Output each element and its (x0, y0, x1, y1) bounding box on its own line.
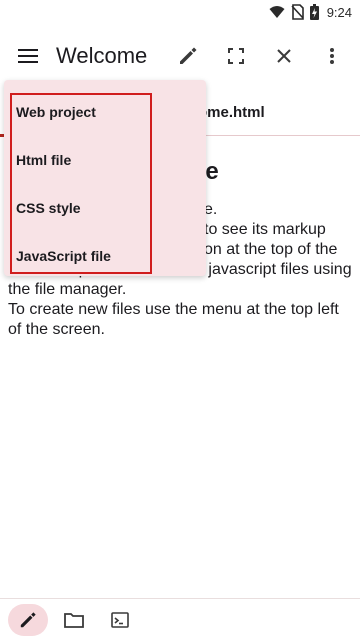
app-bar-actions (164, 32, 356, 80)
terminal-icon[interactable] (100, 604, 140, 636)
content-line: of the screen. (8, 321, 105, 338)
app-title: Welcome (56, 43, 148, 68)
no-sim-icon (291, 4, 304, 20)
fullscreen-icon[interactable] (212, 32, 260, 80)
content-line: the file manager. (8, 281, 127, 298)
menu-item-css-style[interactable]: CSS style (4, 184, 206, 232)
content-line: to see its markup (204, 221, 326, 238)
edit-icon[interactable] (8, 603, 48, 636)
menu-item-javascript-file[interactable]: JavaScript file (4, 232, 206, 280)
content-line: e. (204, 201, 218, 218)
menu-item-web-project[interactable]: Web project (4, 88, 206, 136)
content-line: To create new files use the menu at the … (8, 301, 339, 318)
new-file-menu: Web project Html file CSS style JavaScri… (4, 80, 206, 276)
wifi-icon (269, 5, 285, 19)
hamburger-menu-icon[interactable] (4, 32, 52, 80)
content-line: on at the top of the (204, 241, 338, 258)
folder-icon[interactable] (54, 604, 94, 636)
menu-item-html-file[interactable]: Html file (4, 136, 206, 184)
close-icon[interactable] (260, 32, 308, 80)
bottom-bar (0, 598, 360, 640)
status-time: 9:24 (326, 4, 352, 20)
tab-welcome-html[interactable]: ome.html (198, 104, 265, 121)
app-bar: Welcome (0, 24, 360, 88)
status-bar: 9:24 (0, 0, 360, 24)
more-vert-icon[interactable] (308, 32, 356, 80)
battery-charging-icon (309, 4, 319, 20)
content-heading: me (184, 158, 352, 186)
edit-icon[interactable] (164, 32, 212, 80)
